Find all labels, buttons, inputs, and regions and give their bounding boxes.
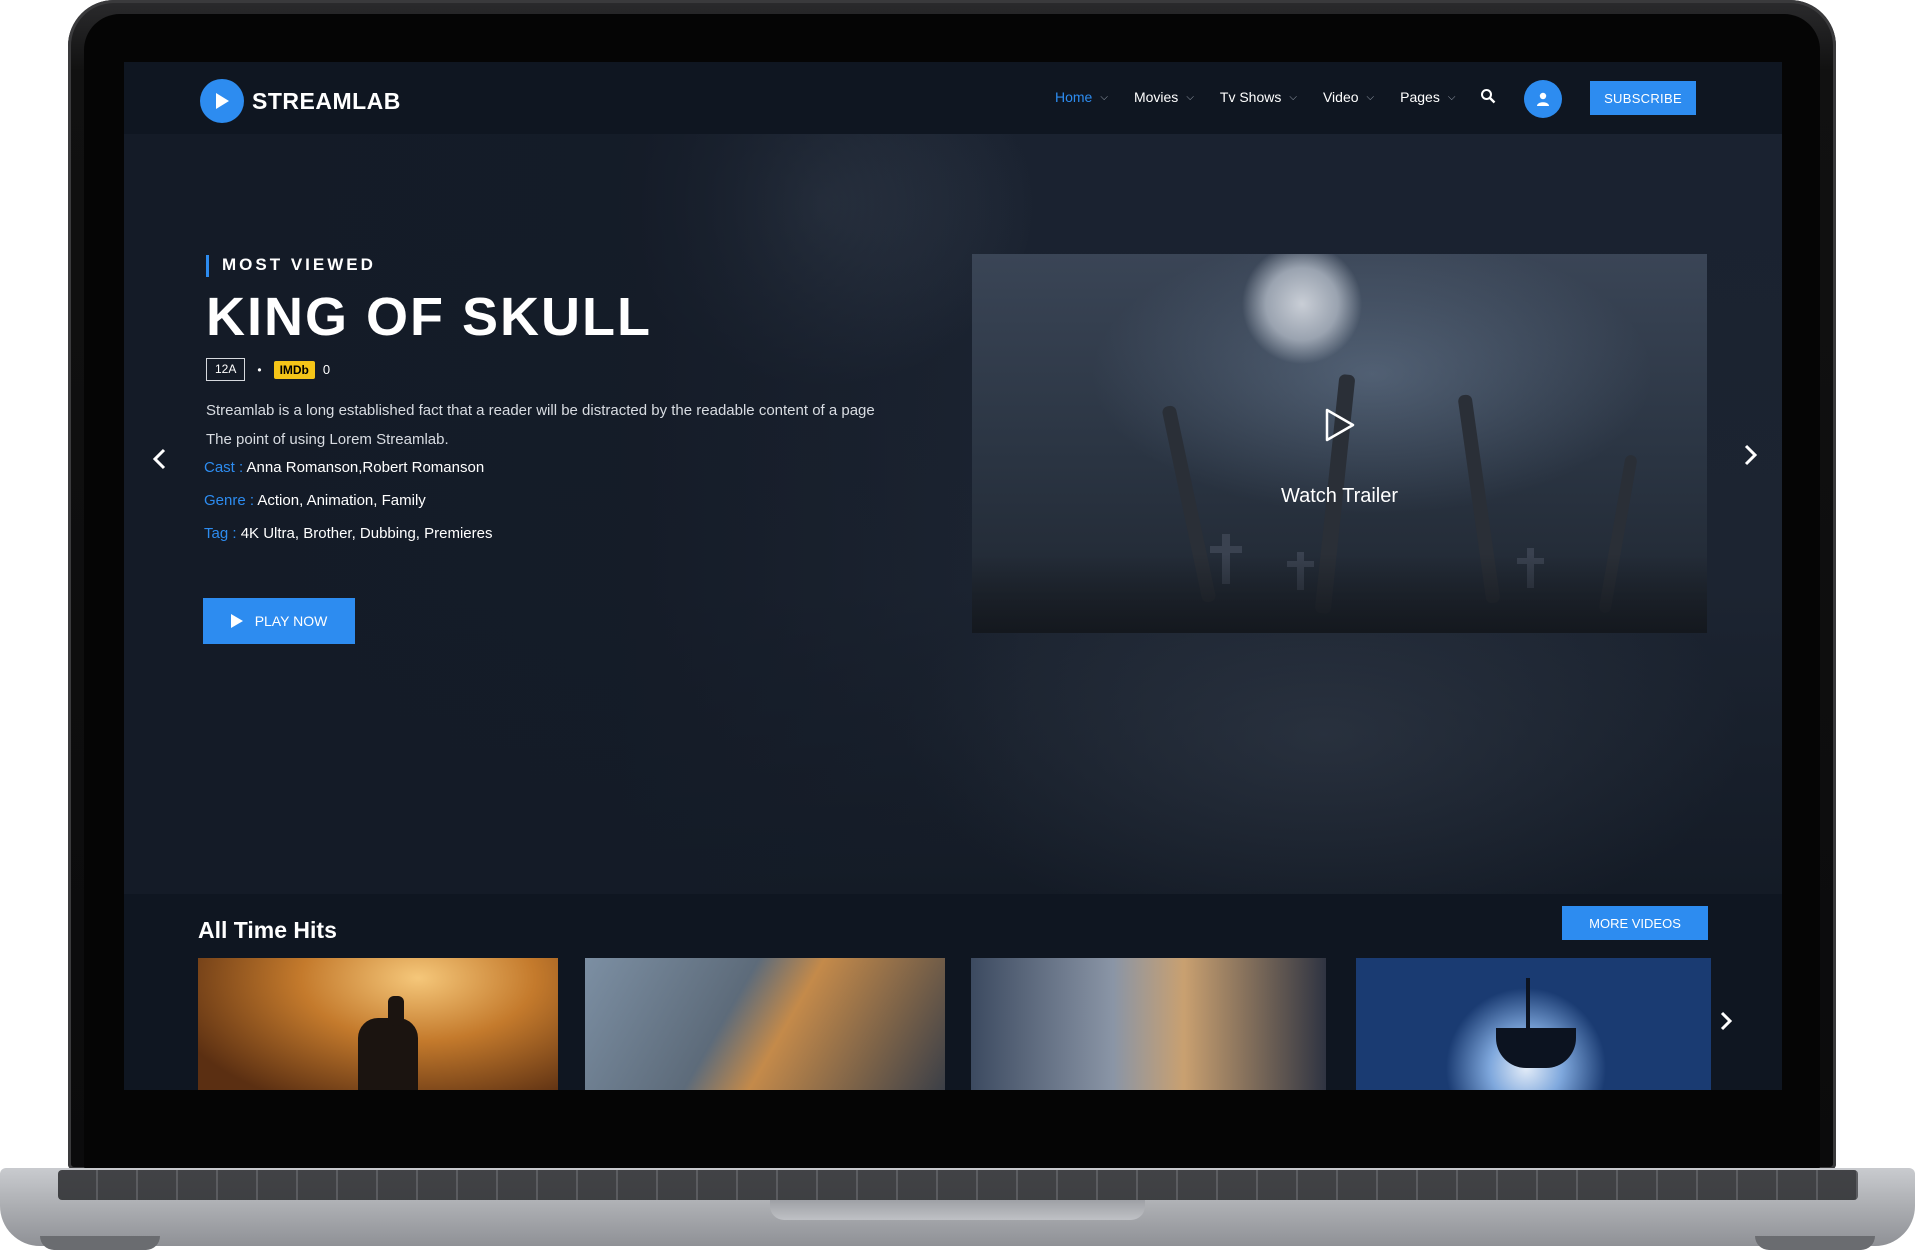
nav-item-movies[interactable]: Movies ⌵ [1134, 89, 1194, 105]
grave-cross [1210, 546, 1242, 553]
subscribe-button[interactable]: SUBSCRIBE [1590, 81, 1696, 115]
genre-row: Genre : Action, Animation, Family [204, 492, 426, 509]
description-line: The point of using Lorem Streamlab. [206, 431, 449, 448]
movie-description: Streamlab is a long established fact tha… [206, 396, 966, 454]
age-rating-badge: 12A [206, 358, 246, 381]
tag-value: 4K Ultra, Brother, Dubbing, Premieres [240, 525, 493, 542]
separator-dot: • [257, 362, 262, 377]
play-now-label: PLAY NOW [254, 613, 328, 629]
tag-key: Tag : [204, 525, 237, 542]
laptop-foot [40, 1236, 160, 1250]
more-videos-button[interactable]: MORE VIDEOS [1562, 906, 1708, 940]
play-icon [200, 79, 244, 123]
video-thumbnail[interactable] [1356, 958, 1711, 1090]
nav-item-label: Pages [1400, 89, 1440, 105]
logo-text: STREAMLAB [252, 87, 401, 114]
cast-value: Anna Romanson,Robert Romanson [246, 459, 485, 476]
video-thumbnail[interactable] [198, 958, 558, 1090]
cast-key: Cast : [204, 459, 244, 476]
user-icon[interactable] [1524, 80, 1562, 118]
genre-key: Genre : [204, 492, 255, 509]
section-title: All Time Hits [198, 917, 337, 943]
imdb-score: 0 [322, 362, 331, 377]
nav-item-label: Tv Shows [1219, 89, 1282, 105]
play-now-button[interactable]: PLAY NOW [203, 598, 355, 644]
laptop-trackpad-notch [770, 1200, 1145, 1220]
screen: STREAMLAB Home ⌵ Movies ⌵ Tv Shows ⌵ Vid… [124, 62, 1782, 1090]
nav-item-pages[interactable]: Pages ⌵ [1400, 89, 1455, 105]
ship-mast [1526, 978, 1530, 1033]
trailer-ground [972, 554, 1707, 633]
chevron-left-icon[interactable] [150, 446, 168, 478]
section-label: MOST VIEWED [222, 255, 376, 274]
laptop-foot [1755, 1236, 1875, 1250]
video-thumbnail[interactable] [585, 958, 945, 1090]
search-icon[interactable] [1480, 88, 1496, 109]
play-icon[interactable] [1320, 406, 1358, 449]
ship-silhouette [1496, 1028, 1576, 1068]
tag-row: Tag : 4K Ultra, Brother, Dubbing, Premie… [204, 525, 492, 542]
nav-item-label: Video [1322, 89, 1359, 105]
laptop-keyboard [58, 1170, 1858, 1200]
top-nav: STREAMLAB Home ⌵ Movies ⌵ Tv Shows ⌵ Vid… [124, 62, 1782, 134]
nav-menu: Home ⌵ Movies ⌵ Tv Shows ⌵ Video ⌵ Pages… [1055, 89, 1481, 105]
chevron-down-icon: ⌵ [1186, 91, 1194, 103]
rider-silhouette [358, 1018, 418, 1090]
nav-item-tv-shows[interactable]: Tv Shows ⌵ [1220, 89, 1297, 105]
nav-item-label: Movies [1133, 89, 1179, 105]
cast-row: Cast : Anna Romanson,Robert Romanson [204, 459, 484, 476]
movie-meta: 12A • IMDb 0 [206, 358, 330, 381]
genre-value: Action, Animation, Family [257, 492, 426, 509]
chevron-down-icon: ⌵ [1447, 91, 1456, 103]
chevron-down-icon: ⌵ [1100, 91, 1108, 103]
logo[interactable]: STREAMLAB [200, 79, 401, 123]
video-thumbnail[interactable] [971, 958, 1326, 1090]
nav-item-label: Home [1055, 89, 1093, 105]
chevron-down-icon: ⌵ [1366, 91, 1375, 103]
play-icon [230, 614, 243, 628]
chevron-right-icon[interactable] [1742, 442, 1760, 474]
trailer-panel[interactable]: Watch Trailer [972, 254, 1707, 633]
nav-item-video[interactable]: Video ⌵ [1323, 89, 1374, 105]
imdb-badge: IMDb [273, 360, 315, 379]
rider-silhouette [388, 996, 404, 1026]
nav-item-home[interactable]: Home ⌵ [1055, 89, 1108, 105]
chevron-right-icon[interactable] [1718, 1007, 1734, 1039]
description-line: Streamlab is a long established fact tha… [206, 402, 875, 419]
watch-trailer-label: Watch Trailer [1280, 485, 1399, 507]
label-accent-bar [206, 255, 209, 277]
hero-fade [124, 134, 1024, 894]
movie-title: KING OF SKULL [206, 287, 652, 347]
chevron-down-icon: ⌵ [1289, 91, 1297, 103]
